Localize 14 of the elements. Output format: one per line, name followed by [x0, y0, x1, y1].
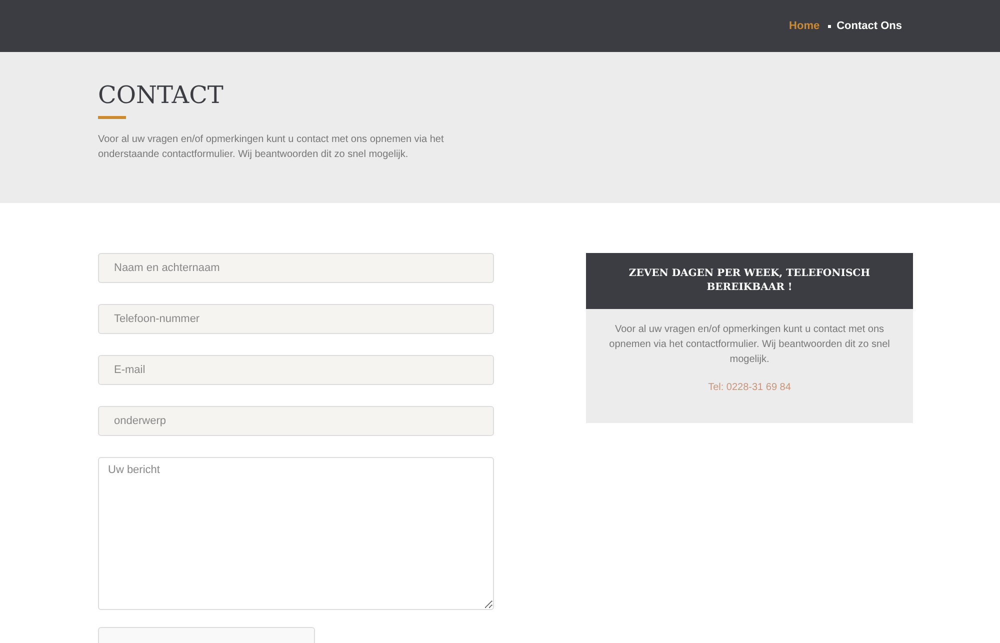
breadcrumb-link[interactable]: Home	[789, 18, 820, 34]
input-field[interactable]: onderwerp	[98, 406, 494, 436]
title-underline	[98, 116, 126, 119]
input-field[interactable]: Telefoon-nummer	[98, 304, 494, 334]
input-field[interactable]: Naam en achternaam	[98, 253, 494, 283]
intro-text: Voor al uw vragen en/of opmerkingen kunt u contact met ons opnemen via het onderstaande contactformulier. Wij beantwoorden dit zo snel mogelijk.	[98, 133, 445, 162]
card-text: Voor al uw vragen en/of opmerkingen kunt u contact met ons opnemen via het contactformulier. Wij beantwoorden dit zo snel mogelijk.	[608, 323, 891, 367]
page-title: CONTACT	[98, 80, 224, 110]
input-field[interactable]: E-mail	[98, 355, 494, 385]
breadcrumb-link[interactable]: Contact Ons	[836, 18, 902, 34]
phone-number: Tel: 0228-31 69 84	[707, 381, 792, 395]
card-title: ZEVEN DAGEN PER WEEK, TELEFONISCH BEREIKBAAR !	[628, 267, 872, 295]
breadcrumb-separator	[828, 24, 831, 28]
message-field[interactable]: Uw bericht	[98, 457, 494, 610]
